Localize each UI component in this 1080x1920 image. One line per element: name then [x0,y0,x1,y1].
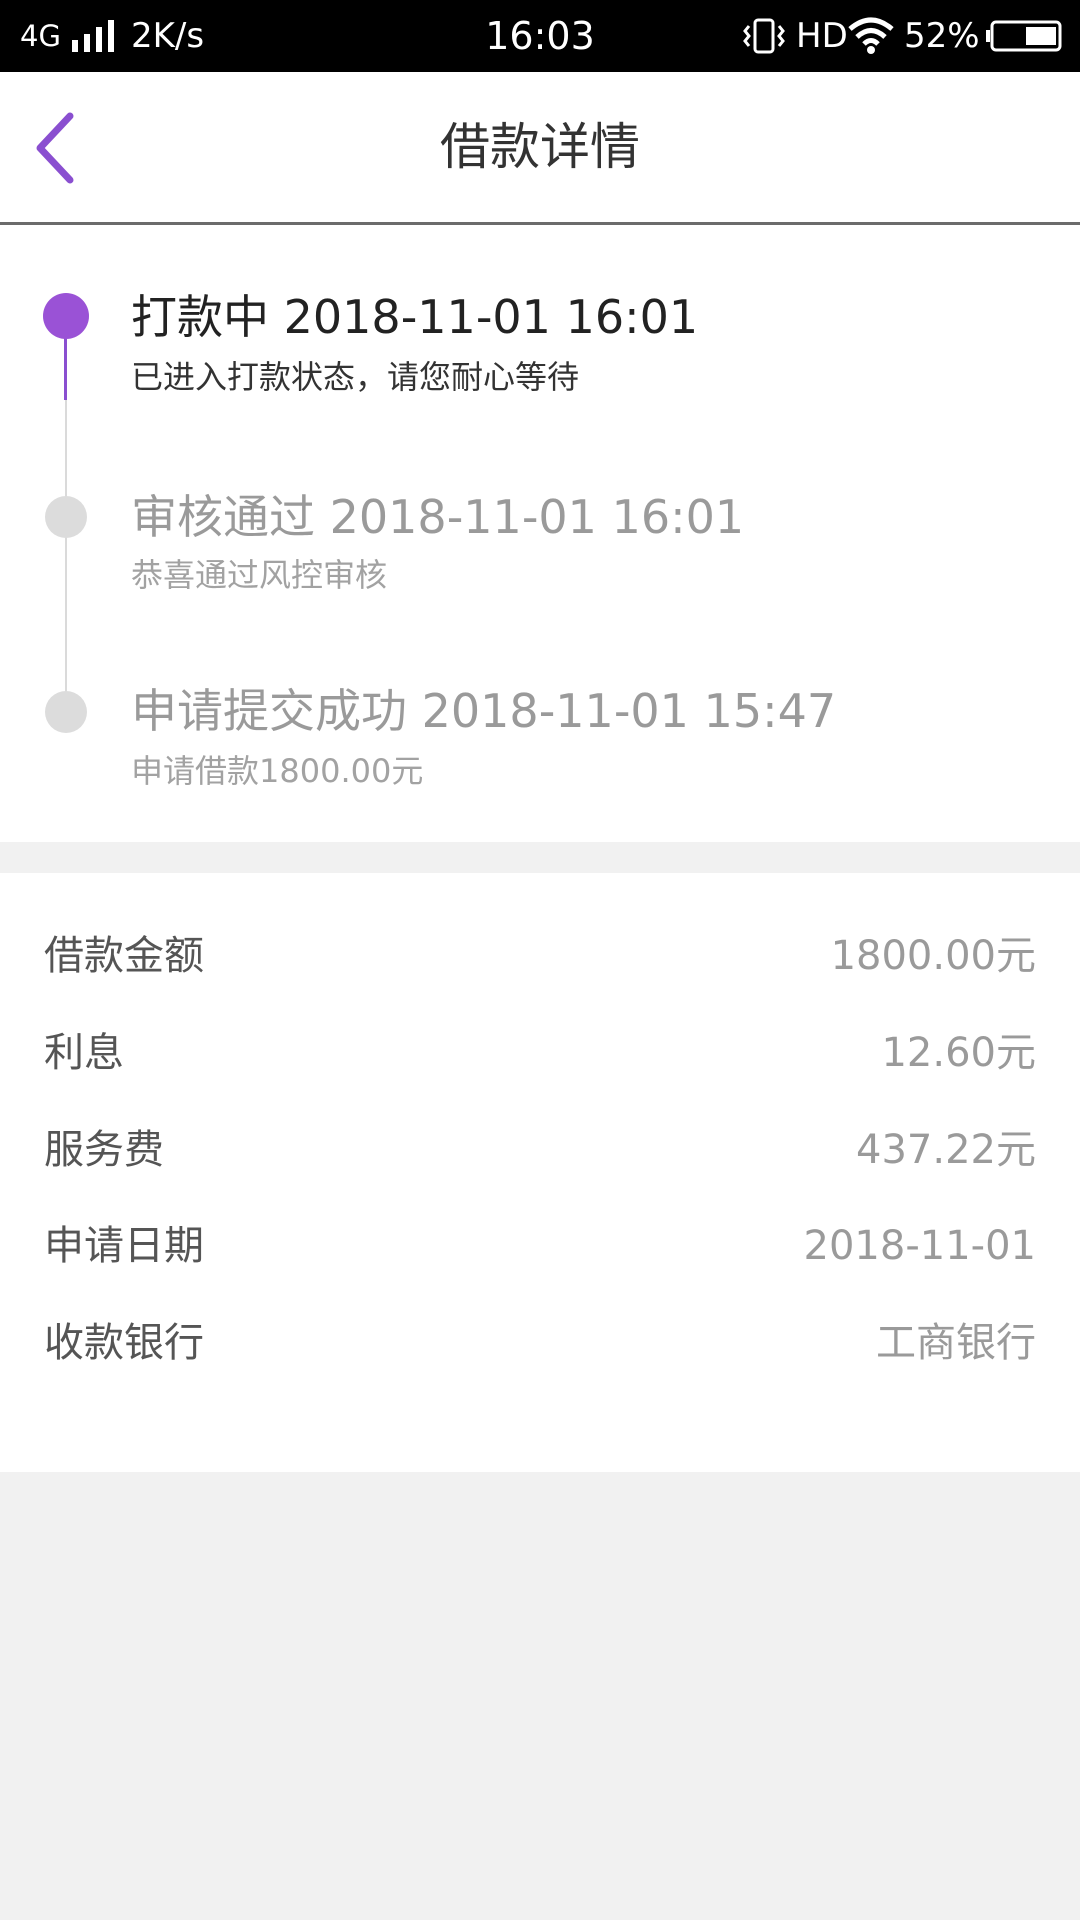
detail-value: 2018-11-01 [803,1223,1036,1269]
detail-value: 1800.00元 [830,933,1036,979]
loan-status-timeline: 打款中 2018-11-01 16:01 已进入打款状态，请您耐心等待 审核通过… [0,225,1080,842]
status-bar: 4G 2K/s 16:03 HD 52% [0,0,1080,72]
battery-percent: 52% [904,16,980,56]
detail-row-amount: 借款金额 1800.00元 [0,916,1080,996]
hd-indicator: HD [796,16,848,56]
timeline-dot [45,496,87,538]
timeline-step-title: 打款中 2018-11-01 16:01 [131,290,699,344]
timeline-step-desc: 恭喜通过风控审核 [131,556,388,594]
timeline-step-title: 申请提交成功 2018-11-01 15:47 [131,684,837,738]
nav-bar: 借款详情 [0,72,1080,225]
chevron-left-icon[interactable] [28,110,88,186]
battery-icon [986,20,1062,52]
timeline-connector [65,400,67,695]
timeline-step-desc: 已进入打款状态，请您耐心等待 [131,358,580,396]
detail-row-service-fee: 服务费 437.22元 [0,1110,1080,1190]
detail-label: 服务费 [44,1127,164,1173]
detail-value: 437.22元 [856,1127,1036,1173]
detail-value: 工商银行 [876,1320,1036,1366]
wifi-icon [848,17,894,54]
page-title: 借款详情 [440,118,640,176]
timeline-connector-active [64,335,67,400]
detail-label: 利息 [44,1030,124,1076]
detail-row-apply-date: 申请日期 2018-11-01 [0,1206,1080,1286]
timeline-dot [45,691,87,733]
detail-label: 申请日期 [44,1223,204,1269]
detail-label: 收款银行 [44,1320,204,1366]
detail-row-bank: 收款银行 工商银行 [0,1303,1080,1383]
loan-details: 借款金额 1800.00元 利息 12.60元 服务费 437.22元 申请日期… [0,873,1080,1472]
timeline-step-title: 审核通过 2018-11-01 16:01 [131,490,745,544]
detail-label: 借款金额 [44,933,204,979]
timeline-dot-active [43,293,89,339]
detail-row-interest: 利息 12.60元 [0,1013,1080,1093]
vibrate-icon [743,18,785,54]
timeline-step-desc: 申请借款1800.00元 [131,752,424,790]
detail-value: 12.60元 [881,1030,1036,1076]
